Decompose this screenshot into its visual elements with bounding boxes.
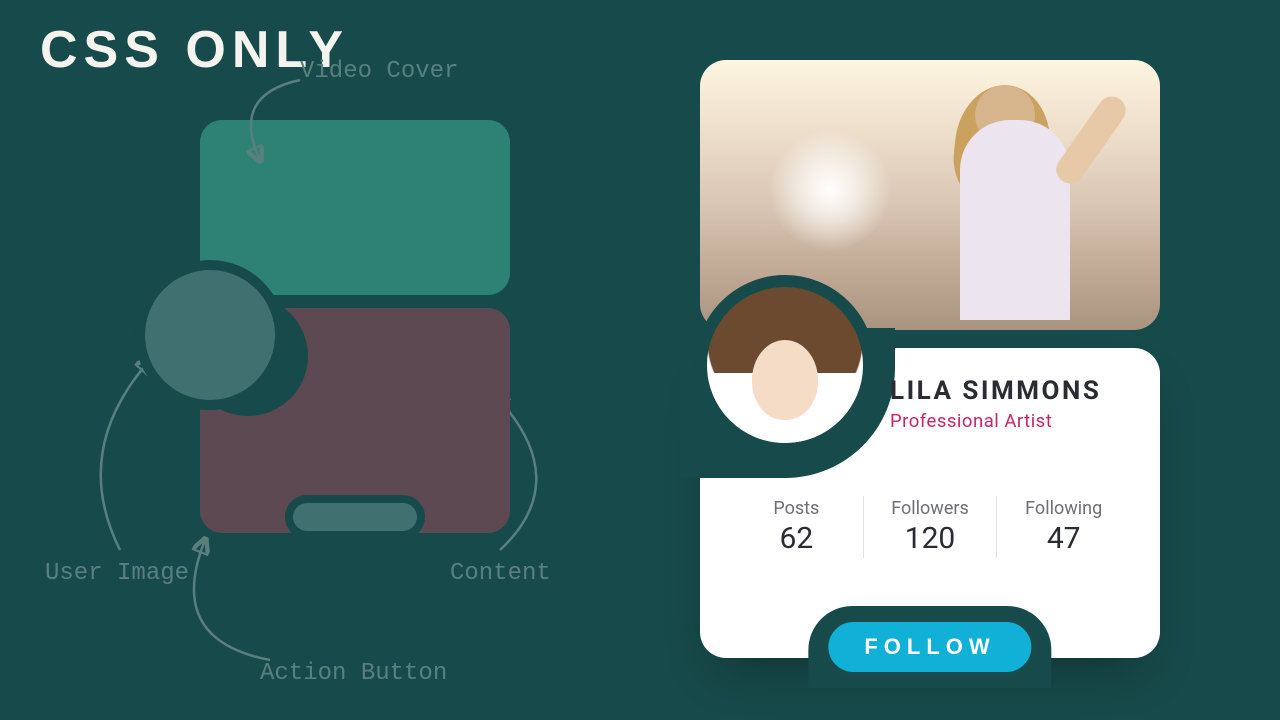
avatar-face (752, 340, 818, 420)
profile-avatar (695, 275, 875, 455)
profile-card: LILA SIMMONS Professional Artist Posts 6… (700, 60, 1160, 330)
follow-button-notch: FOLLOW (808, 606, 1051, 688)
cover-silhouette-arm (1051, 91, 1131, 189)
diagram-label-video-cover: Video Cover (300, 58, 458, 85)
diagram-action-button-shape (285, 495, 425, 539)
stat-posts-value: 62 (738, 521, 855, 556)
stat-following-value: 47 (1005, 521, 1122, 556)
stat-posts-label: Posts (738, 498, 855, 519)
stat-followers-label: Followers (872, 498, 989, 519)
profile-role: Professional Artist (890, 410, 1130, 432)
follow-button[interactable]: FOLLOW (824, 618, 1035, 676)
diagram-label-user-image: User Image (45, 560, 189, 587)
diagram-user-image-shape (135, 260, 285, 410)
profile-stats: Posts 62 Followers 120 Following 47 (730, 496, 1130, 558)
stat-posts: Posts 62 (730, 496, 863, 558)
diagram: Video Cover User Image Content Action Bu… (0, 0, 660, 720)
profile-name: LILA SIMMONS (890, 376, 1130, 406)
diagram-label-action-button: Action Button (260, 660, 447, 687)
cover-silhouette-body (960, 120, 1070, 320)
stat-following: Following 47 (996, 496, 1130, 558)
stat-followers: Followers 120 (863, 496, 997, 558)
diagram-label-content: Content (450, 560, 551, 587)
stat-followers-value: 120 (872, 521, 989, 556)
stat-following-label: Following (1005, 498, 1122, 519)
